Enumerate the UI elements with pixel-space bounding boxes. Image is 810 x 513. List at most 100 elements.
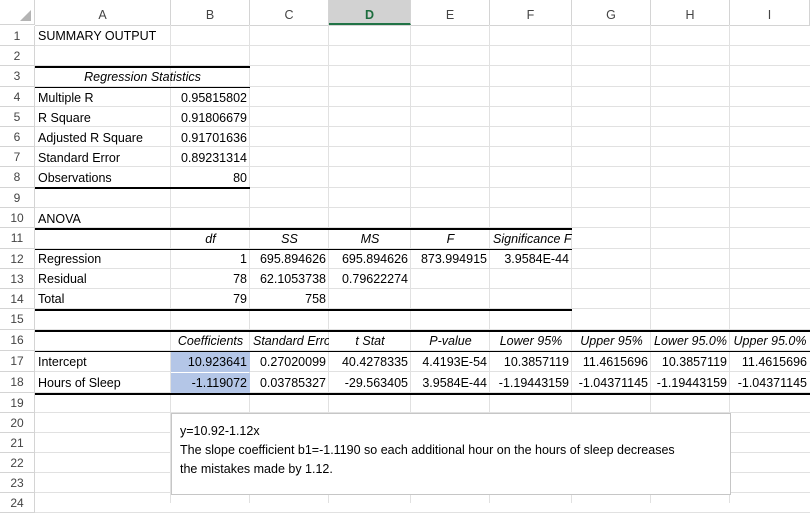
coef-row-label-hours-of-sleep[interactable]: Hours of Sleep — [35, 373, 171, 393]
anova-row-label[interactable]: Total — [35, 289, 171, 309]
column-header-f[interactable]: F — [490, 0, 572, 25]
select-all-corner[interactable] — [0, 0, 35, 25]
stat-value-observations[interactable]: 80 — [171, 168, 250, 188]
anova-header-significance-f[interactable]: Significance F — [490, 229, 572, 249]
coef-cell-selected[interactable]: -1.119072 — [171, 373, 250, 393]
anova-cell-df[interactable]: 1 — [171, 249, 250, 269]
coef-cell[interactable]: -1.04371145 — [572, 373, 651, 393]
row-header[interactable]: 14 — [0, 289, 35, 309]
anova-header-df[interactable]: df — [171, 229, 250, 249]
stat-label-standard-error[interactable]: Standard Error — [35, 148, 171, 168]
column-header-h[interactable]: H — [651, 0, 730, 25]
coef-cell[interactable]: 11.4615696 — [572, 352, 651, 372]
anova-header-f[interactable]: F — [411, 229, 490, 249]
border-line — [35, 187, 250, 189]
column-header-a[interactable]: A — [35, 0, 171, 25]
coef-header[interactable]: Standard Erro — [250, 331, 329, 351]
regression-stats-header[interactable]: Regression Statistics — [35, 67, 250, 87]
summary-output-title[interactable]: SUMMARY OUTPUT — [35, 26, 159, 46]
row-header[interactable]: 7 — [0, 147, 35, 167]
row-header[interactable]: 13 — [0, 269, 35, 289]
row-header[interactable]: 12 — [0, 249, 35, 269]
row-header[interactable]: 5 — [0, 107, 35, 127]
anova-cell-df[interactable]: 79 — [171, 289, 250, 309]
anova-header-ss[interactable]: SS — [250, 229, 329, 249]
row-header[interactable]: 15 — [0, 309, 35, 330]
row-header[interactable]: 11 — [0, 228, 35, 249]
stat-value-r-square[interactable]: 0.91806679 — [171, 108, 250, 128]
coef-header[interactable]: Upper 95.0% — [730, 331, 810, 351]
anova-row-label[interactable]: Regression — [35, 249, 171, 269]
coef-cell[interactable]: 10.3857119 — [651, 352, 730, 372]
coef-cell[interactable]: 3.9584E-44 — [411, 373, 490, 393]
row-header[interactable]: 2 — [0, 46, 35, 66]
textbox-line-interpretation: The slope coefficient b1=-1.1190 so each… — [180, 443, 675, 457]
row-header[interactable]: 24 — [0, 493, 35, 513]
coef-cell[interactable]: 10.3857119 — [490, 352, 572, 372]
textbox-line-equation: y=10.92-1.12x — [180, 424, 260, 438]
row-header[interactable]: 19 — [0, 393, 35, 413]
coef-header[interactable]: Lower 95.0% — [651, 331, 730, 351]
anova-cell-ms[interactable]: 0.79622274 — [329, 269, 411, 289]
coef-cell-selected[interactable]: 10.923641 — [171, 352, 250, 372]
anova-cell-df[interactable]: 78 — [171, 269, 250, 289]
coef-cell[interactable]: -1.19443159 — [651, 373, 730, 393]
stat-label-multiple-r[interactable]: Multiple R — [35, 88, 171, 108]
row-header[interactable]: 16 — [0, 330, 35, 351]
border-line — [35, 309, 572, 311]
select-all-icon — [20, 10, 31, 21]
row-header[interactable]: 9 — [0, 188, 35, 208]
column-header-g[interactable]: G — [572, 0, 651, 25]
coef-cell[interactable]: 40.4278335 — [329, 352, 411, 372]
border-line — [35, 393, 810, 395]
stat-value-adjusted-r-square[interactable]: 0.91701636 — [171, 128, 250, 148]
row-header[interactable]: 1 — [0, 26, 35, 46]
coef-cell[interactable]: -29.563405 — [329, 373, 411, 393]
stat-value-standard-error[interactable]: 0.89231314 — [171, 148, 250, 168]
stat-label-r-square[interactable]: R Square — [35, 108, 171, 128]
row-header[interactable]: 23 — [0, 473, 35, 493]
row-header[interactable]: 4 — [0, 87, 35, 107]
coef-cell[interactable]: 4.4193E-54 — [411, 352, 490, 372]
row-header[interactable]: 21 — [0, 433, 35, 453]
column-header-b[interactable]: B — [171, 0, 250, 25]
annotation-textbox[interactable]: y=10.92-1.12x The slope coefficient b1=-… — [171, 413, 731, 495]
anova-header-ms[interactable]: MS — [329, 229, 411, 249]
coef-header[interactable]: P-value — [411, 331, 490, 351]
row-header[interactable]: 20 — [0, 413, 35, 433]
row-header[interactable]: 3 — [0, 66, 35, 87]
anova-cell-f[interactable]: 873.994915 — [411, 249, 490, 269]
coef-cell[interactable]: 0.03785327 — [250, 373, 329, 393]
coef-header[interactable]: Upper 95% — [572, 331, 651, 351]
anova-cell-ss[interactable]: 62.1053738 — [250, 269, 329, 289]
column-header-d[interactable]: D — [329, 0, 411, 25]
stat-label-adjusted-r-square[interactable]: Adjusted R Square — [35, 128, 171, 148]
coef-header[interactable]: Lower 95% — [490, 331, 572, 351]
row-header[interactable]: 6 — [0, 127, 35, 147]
column-header-i[interactable]: I — [730, 0, 810, 25]
coef-header[interactable]: Coefficients — [171, 331, 250, 351]
coef-cell[interactable]: 0.27020099 — [250, 352, 329, 372]
column-header-e[interactable]: E — [411, 0, 490, 25]
coef-header[interactable]: t Stat — [329, 331, 411, 351]
anova-cell-significance-f[interactable]: 3.9584E-44 — [490, 249, 572, 269]
stat-value-multiple-r[interactable]: 0.95815802 — [171, 88, 250, 108]
coef-cell[interactable]: -1.04371145 — [730, 373, 810, 393]
row-header[interactable]: 8 — [0, 167, 35, 188]
row-header[interactable]: 18 — [0, 372, 35, 393]
column-header-c[interactable]: C — [250, 0, 329, 25]
anova-cell-ss[interactable]: 758 — [250, 289, 329, 309]
anova-cell-ms[interactable]: 695.894626 — [329, 249, 411, 269]
row-header[interactable]: 22 — [0, 453, 35, 473]
textbox-line-interpretation-cont: the mistakes made by 1.12. — [180, 462, 333, 476]
anova-title[interactable]: ANOVA — [35, 209, 171, 229]
gridline-horizontal — [35, 207, 810, 208]
coef-cell[interactable]: -1.19443159 — [490, 373, 572, 393]
row-header[interactable]: 17 — [0, 351, 35, 372]
row-header[interactable]: 10 — [0, 208, 35, 228]
coef-row-label-intercept[interactable]: Intercept — [35, 352, 171, 372]
anova-row-label[interactable]: Residual — [35, 269, 171, 289]
stat-label-observations[interactable]: Observations — [35, 168, 171, 188]
coef-cell[interactable]: 11.4615696 — [730, 352, 810, 372]
anova-cell-ss[interactable]: 695.894626 — [250, 249, 329, 269]
